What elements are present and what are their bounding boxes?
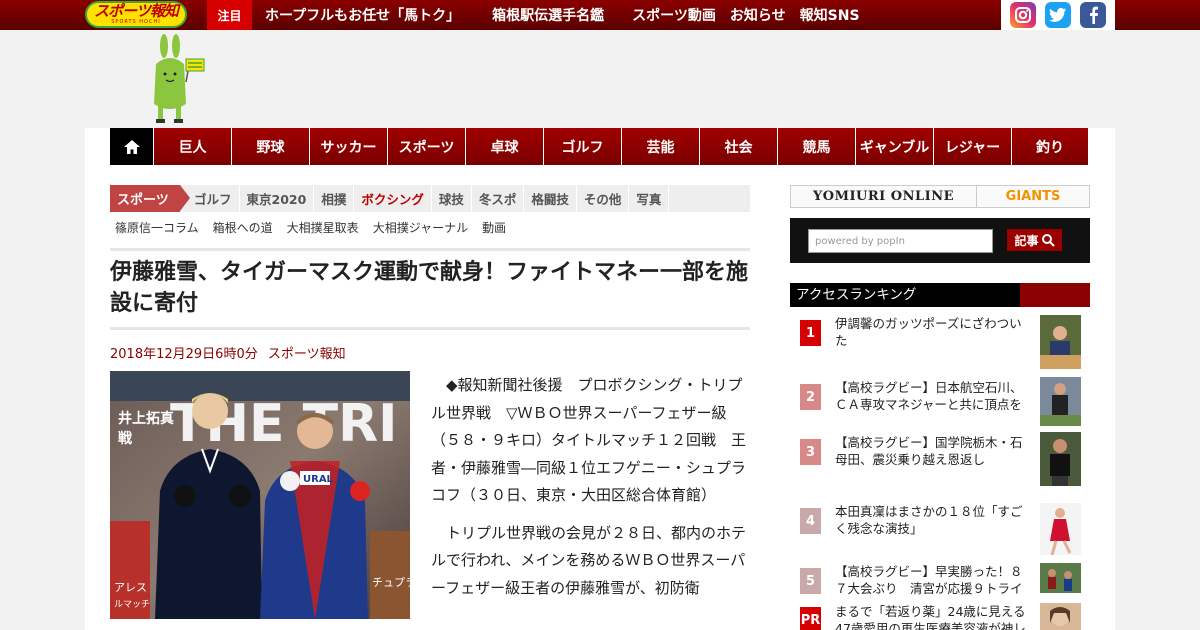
ranking-header-accent [1020,283,1090,307]
photo-left-sub: 戦 [118,430,133,447]
nav-cat-leisure[interactable]: レジャー [933,128,1011,165]
ranking-item[interactable]: 3 【高校ラグビー】国学院栃木・石母田、震災乗り越え恩返し [790,432,1090,488]
logo-sub: SPORTS HOCHI [111,19,161,25]
subnav-item-boxing[interactable]: ボクシング [354,185,432,212]
home-button[interactable] [110,128,153,165]
article-date: 2018年12月29日6時0分 [110,347,258,362]
ranking-pr-badge: PR [800,607,821,630]
mascot-character [154,34,205,123]
ranking-text: 本田真凜はまさかの１８位「すごく残念な演技」 [835,504,1023,536]
sublink-sumo-journal[interactable]: 大相撲ジャーナル [373,219,468,236]
ranking-number: 5 [800,568,821,594]
article-source: スポーツ報知 [267,347,346,362]
sns-links [1001,0,1115,30]
search-box: powered by popIn 記事 [790,218,1090,263]
article-title: 伊藤雅雪、タイガーマスク運動で献身！ファイトマネー一部を施設に寄付 [110,260,749,316]
top-link-sns[interactable]: 報知SNS [800,5,860,25]
site-logo[interactable]: スポーツ報知 SPORTS HOCHI [85,1,187,28]
article-paragraph: トリプル世界戦の会見が２８日、都内のホテルで行われ、メインを務めるＷＢＯ世界スー… [431,523,747,597]
sub-links: 篠原信一コラム 箱根への道 大相撲星取表 大相撲ジャーナル 動画 [115,219,506,236]
ranking-text: 【高校ラグビー】国学院栃木・石母田、震災乗り越え恩返し [835,435,1023,467]
ranking-item[interactable]: 1 伊調馨のガッツポーズにざわついた [790,315,1090,371]
twitter-icon[interactable] [1044,2,1071,28]
ranking-title: アクセスランキング [796,287,917,303]
sub-nav: スポーツ ゴルフ 東京2020 相撲 ボクシング 球技 冬スポ 格闘技 その他 … [110,185,750,212]
home-icon [123,139,140,154]
ranking-header: アクセスランキング [790,283,1090,307]
sublink-sumo-table[interactable]: 大相撲星取表 [287,219,359,236]
photo-bottom-right: チュプラ [372,576,410,589]
ranking-thumbnail [1040,603,1081,630]
photo-left-name: 井上拓真 [118,410,174,427]
instagram-icon[interactable] [1009,2,1036,28]
subnav-item-ballgames[interactable]: 球技 [432,185,472,212]
sublink-video[interactable]: 動画 [482,219,506,236]
search-button[interactable]: 記事 [1007,229,1062,251]
top-bar: スポーツ報知 SPORTS HOCHI 注目 ホープフルもお任せ「馬トク」 箱根… [0,0,1200,30]
subnav-item-other[interactable]: その他 [577,185,630,212]
ranking-thumbnail [1040,503,1081,557]
ranking-thumbnail [1040,315,1081,369]
facebook-icon[interactable] [1080,2,1107,28]
photo-illustration: THE TRI 井上拓真 戦 アレス ルマッチ チュプラ URAL [110,371,410,619]
subnav-item-winter[interactable]: 冬スポ [472,185,525,212]
logo-text: スポーツ報知 [94,2,179,20]
nav-cat-table-tennis[interactable]: 卓球 [465,128,543,165]
subnav-item-tokyo2020[interactable]: 東京2020 [240,185,315,212]
nav-cat-soccer[interactable]: サッカー [309,128,387,165]
top-link-video[interactable]: スポーツ動画 [632,5,716,25]
nav-cat-golf[interactable]: ゴルフ [543,128,621,165]
search-icon [1041,233,1055,247]
photo-bottom-left-sub: ルマッチ [114,599,150,610]
giants-link[interactable]: GIANTS [977,186,1089,207]
article-photo[interactable]: THE TRI 井上拓真 戦 アレス ルマッチ チュプラ URAL [110,371,410,619]
photo-bottom-left: アレス [114,581,147,594]
title-rule-bottom [110,327,750,330]
search-button-label: 記事 [1014,233,1039,248]
ranking-item[interactable]: 2 【高校ラグビー】日本航空石川、ＣＡ専攻マネジャーと共に頂点を [790,377,1090,433]
article-body: ◆報知新聞社後援 プロボクシング・トリプル世界戦 ▽ＷＢＯ世界スーパーフェザー級… [431,372,749,612]
hot-label: 注目 [207,0,252,30]
ranking-text: 伊調馨のガッツポーズにざわついた [835,316,1022,348]
ranking-text: まるで「若返り薬」24歳に見える47歳愛用の再生医療美容液が神レベル [835,604,1026,630]
yomiuri-online-link[interactable]: YOMIURI ONLINE [791,186,977,207]
ranking-number: 3 [800,439,821,465]
top-link-news[interactable]: お知らせ [730,5,786,25]
partner-links: YOMIURI ONLINE GIANTS [790,185,1090,208]
photo-shirt-text: URAL [303,474,334,485]
ranking-text: 【高校ラグビー】日本航空石川、ＣＡ専攻マネジャーと共に頂点を [835,380,1023,412]
title-rule-top [110,248,750,251]
nav-cat-fishing[interactable]: 釣り [1011,128,1088,165]
nav-cat-giants[interactable]: 巨人 [153,128,231,165]
ranking-thumbnail [1040,432,1081,486]
subnav-item-martial-arts[interactable]: 格闘技 [524,185,577,212]
article-paragraph: ◆報知新聞社後援 プロボクシング・トリプル世界戦 ▽ＷＢＯ世界スーパーフェザー級… [431,376,747,504]
subnav-item-photo[interactable]: 写真 [629,185,670,212]
nav-cat-sports[interactable]: スポーツ [387,128,465,165]
ranking-item-pr[interactable]: PR まるで「若返り薬」24歳に見える47歳愛用の再生医療美容液が神レベル [790,603,1090,630]
sublink-hakone[interactable]: 箱根への道 [213,219,273,236]
ranking-number: 2 [800,384,821,410]
top-link-umatoku[interactable]: ホープフルもお任せ「馬トク」 [265,5,460,25]
article-meta: 2018年12月29日6時0分 スポーツ報知 [110,343,346,362]
nav-cat-entertainment[interactable]: 芸能 [621,128,699,165]
category-nav: 巨人 野球 サッカー スポーツ 卓球 ゴルフ 芸能 社会 競馬 ギャンブル レジ… [110,128,1089,165]
top-link-hakone[interactable]: 箱根駅伝選手名鑑 [492,5,604,25]
ranking-number: 1 [800,320,821,346]
nav-cat-society[interactable]: 社会 [699,128,777,165]
subnav-active-sports[interactable]: スポーツ [110,185,190,212]
subnav-item-sumo[interactable]: 相撲 [314,185,355,212]
nav-cat-gamble[interactable]: ギャンブル [855,128,933,165]
top-links: ホープフルもお任せ「馬トク」 箱根駅伝選手名鑑 スポーツ動画 お知らせ 報知SN… [265,0,860,30]
search-input[interactable]: powered by popIn [808,229,993,253]
nav-cat-baseball[interactable]: 野球 [231,128,309,165]
ranking-item[interactable]: 4 本田真凜はまさかの１８位「すごく残念な演技」 [790,503,1090,559]
ranking-number: 4 [800,508,821,534]
sublink-shinohara[interactable]: 篠原信一コラム [115,219,199,236]
nav-cat-horse-racing[interactable]: 競馬 [777,128,855,165]
ranking-thumbnail [1040,377,1081,431]
ranking-text: 【高校ラグビー】早実勝った！８７大会ぶり 清宮が応援９トライ [835,564,1023,596]
